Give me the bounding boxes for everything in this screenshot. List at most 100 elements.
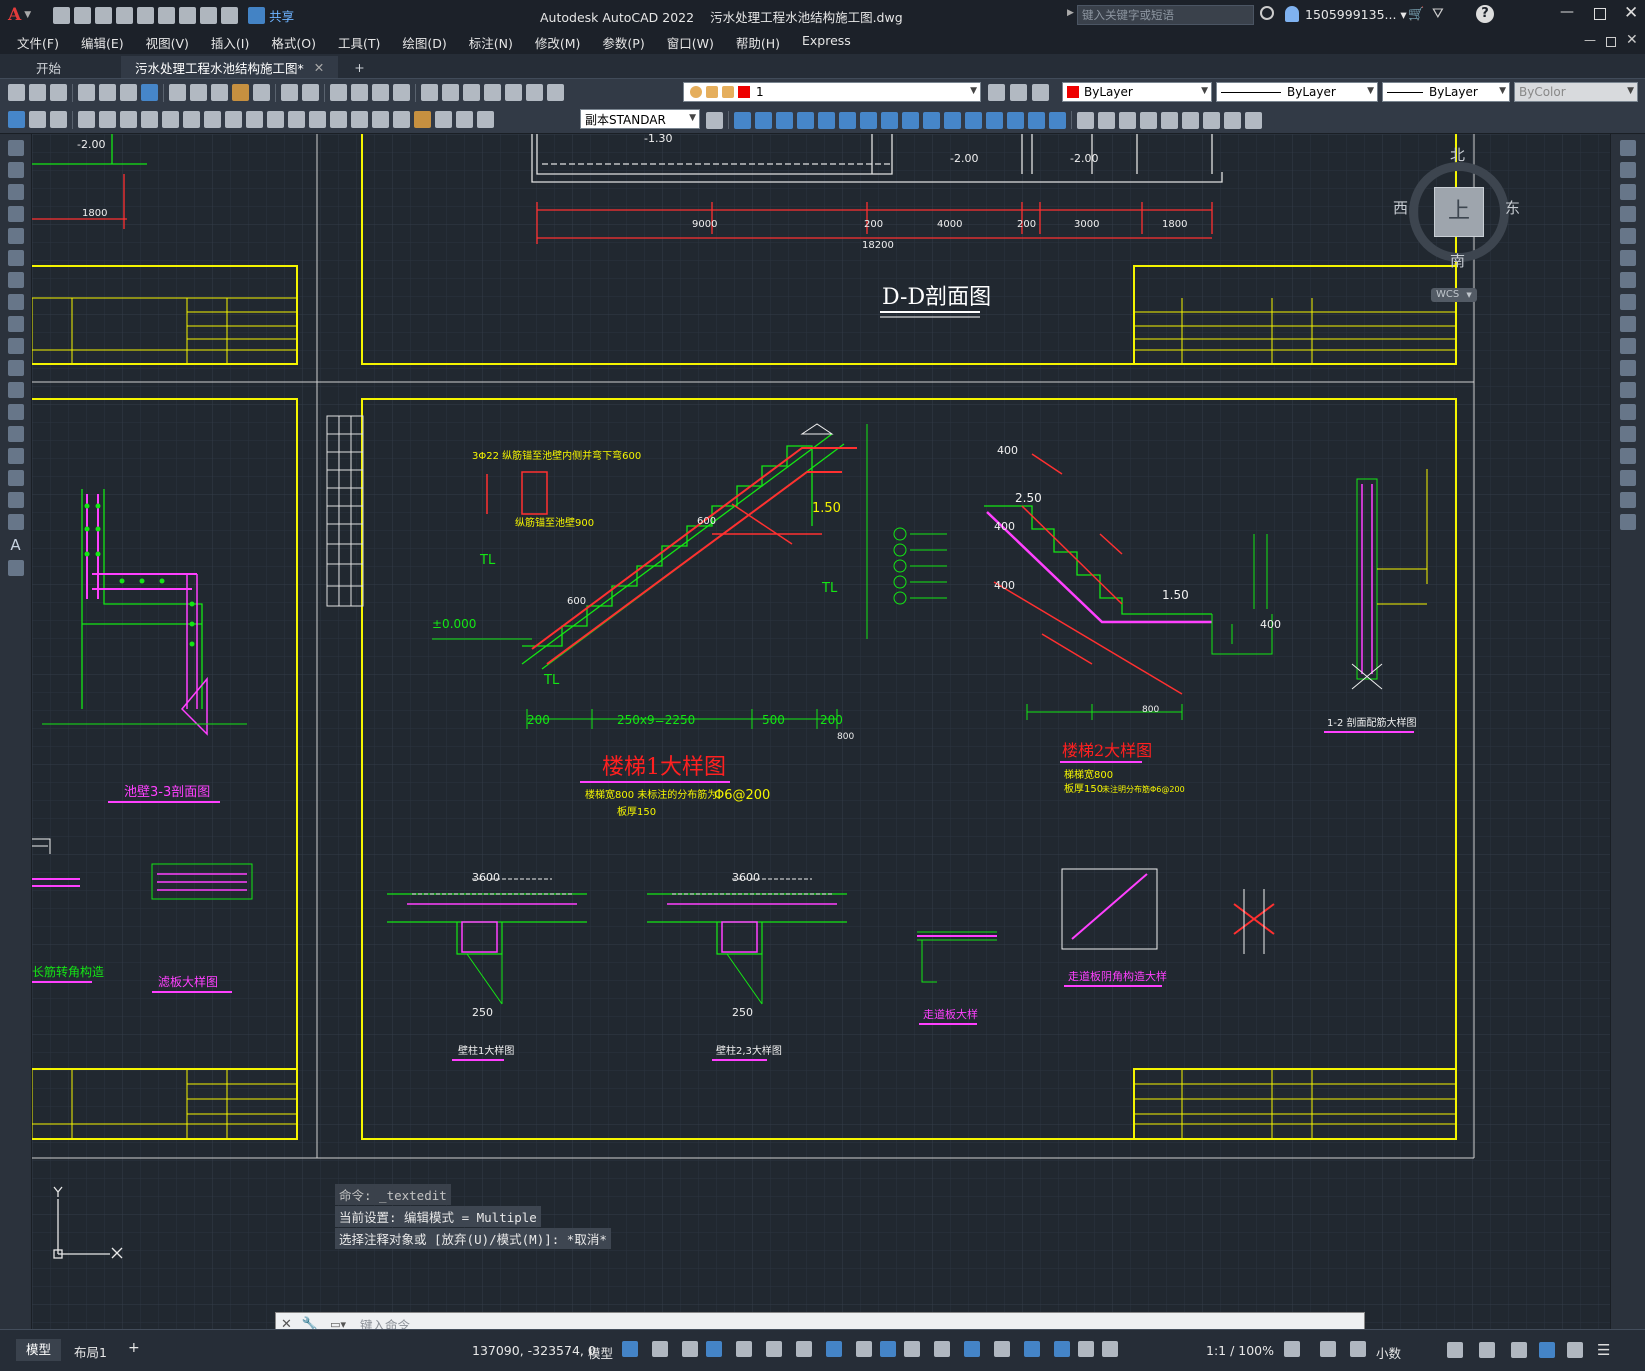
object-snap-icon[interactable] (826, 1341, 842, 1357)
new-file-icon[interactable] (53, 6, 71, 24)
array-icon[interactable] (818, 111, 835, 129)
lock-ui-icon[interactable] (1479, 1342, 1495, 1358)
hyperlink-icon[interactable] (1245, 111, 1262, 129)
user-icon[interactable] (1285, 6, 1299, 22)
lineweight-dropdown[interactable]: ByLayer ▼ (1382, 82, 1510, 102)
open-web-icon[interactable] (137, 6, 155, 24)
zoom-realtime-icon[interactable] (351, 84, 368, 101)
table-draw-icon[interactable] (7, 514, 24, 530)
match-properties-icon[interactable] (232, 84, 249, 101)
redo-icon[interactable] (302, 84, 319, 101)
maximize-icon[interactable] (1594, 8, 1606, 20)
line-icon[interactable] (7, 140, 24, 156)
linetype-dropdown[interactable]: ByLayer ▼ (1216, 82, 1378, 102)
add-selected-icon[interactable] (7, 560, 24, 576)
app-menu-chevron-icon[interactable]: ▼ (24, 10, 31, 20)
menu-help[interactable]: 帮助(H) (725, 33, 791, 52)
render-icon[interactable] (141, 84, 158, 101)
annotation-scale[interactable]: 1:1 / 100% (1206, 1343, 1274, 1358)
radius-dim-icon[interactable] (162, 111, 179, 128)
print-icon[interactable] (78, 84, 95, 101)
autocad-logo-icon[interactable]: A (8, 5, 21, 25)
selection-filter-icon[interactable] (994, 1341, 1010, 1357)
ortho-toggle-icon[interactable] (706, 1341, 722, 1357)
explode-dock-icon[interactable] (1620, 514, 1636, 530)
insert-icon[interactable] (7, 382, 24, 398)
move-icon[interactable] (839, 111, 856, 129)
stretch-dock-icon[interactable] (1620, 316, 1636, 332)
text-style-dropdown[interactable]: 副本STANDAR ▼ (580, 109, 700, 129)
rectangle-icon[interactable] (7, 228, 24, 244)
join-icon[interactable] (986, 111, 1003, 129)
diameter-dim-icon[interactable] (204, 111, 221, 128)
multiline-text-icon[interactable]: A (0, 536, 31, 554)
search-icon[interactable] (1260, 6, 1274, 20)
cart-icon[interactable]: 🛒 (1408, 7, 1424, 22)
menu-file[interactable]: 文件(F) (6, 33, 70, 52)
menu-dimension[interactable]: 标注(N) (458, 33, 524, 52)
extend-icon[interactable] (944, 111, 961, 129)
new-icon[interactable] (8, 84, 25, 101)
object-snap-tracking-icon[interactable] (796, 1341, 812, 1357)
undo-icon[interactable] (200, 6, 218, 24)
transparency-icon[interactable] (880, 1341, 896, 1357)
menu-express[interactable]: Express (791, 33, 862, 52)
viewcube[interactable]: 上 北 南 西 东 WCS ▼ (1393, 142, 1520, 312)
menu-format[interactable]: 格式(O) (260, 33, 327, 52)
isodraft-icon[interactable] (766, 1341, 782, 1357)
undo-icon[interactable] (281, 84, 298, 101)
pan-icon[interactable] (330, 84, 347, 101)
rotate-dock-icon[interactable] (1620, 272, 1636, 288)
help-toolbar-icon[interactable] (547, 84, 564, 101)
ordinate-dim-icon[interactable] (141, 111, 158, 128)
search-input[interactable]: 键入关键字或短语 (1077, 5, 1254, 25)
blend-icon[interactable] (1049, 111, 1066, 129)
close-icon[interactable]: ✕ (1624, 3, 1638, 23)
offset-dock-icon[interactable] (1620, 206, 1636, 222)
save-icon[interactable] (50, 84, 67, 101)
save-icon[interactable] (95, 6, 113, 24)
erase-icon[interactable] (734, 111, 751, 129)
arc-length-icon[interactable] (120, 111, 137, 128)
minimize-icon[interactable]: — (1560, 4, 1574, 20)
doc-minimize-icon[interactable]: — (1584, 33, 1596, 47)
tab-close-icon[interactable]: ✕ (314, 60, 324, 75)
clean-screen-icon[interactable] (1567, 1342, 1583, 1358)
angular-dim-icon[interactable] (225, 111, 242, 128)
compass-south[interactable]: 南 (1450, 250, 1465, 271)
aligned-dim-icon[interactable] (99, 111, 116, 128)
trim-icon[interactable] (923, 111, 940, 129)
design-center-icon[interactable] (442, 84, 459, 101)
zoom-previous-icon[interactable] (393, 84, 410, 101)
mtext-icon[interactable] (50, 111, 67, 128)
revision-cloud-icon[interactable] (7, 294, 24, 310)
viewcube-face-top[interactable]: 上 (1434, 187, 1484, 237)
join-dock-icon[interactable] (1620, 426, 1636, 442)
print-preview-icon[interactable] (99, 84, 116, 101)
infer-constraints-icon[interactable] (682, 1341, 698, 1357)
dim-text-edit-icon[interactable] (456, 111, 473, 128)
open-file-icon[interactable] (74, 6, 92, 24)
rotate-icon[interactable] (860, 111, 877, 129)
publish-icon[interactable] (120, 84, 137, 101)
layer-properties-icon[interactable] (988, 84, 1005, 101)
stretch-icon[interactable] (902, 111, 919, 129)
explode-icon[interactable] (1077, 111, 1094, 129)
copy-icon[interactable] (190, 84, 207, 101)
menu-tools[interactable]: 工具(T) (327, 33, 391, 52)
hardware-acceleration-icon[interactable] (1539, 1342, 1555, 1358)
redo-icon[interactable] (221, 6, 239, 24)
layer-previous-icon[interactable] (1032, 84, 1049, 101)
new-tab-button[interactable]: + (340, 56, 378, 78)
isolate-objects-icon[interactable] (1511, 1342, 1527, 1358)
center-mark-icon[interactable] (372, 111, 389, 128)
calculator-icon[interactable] (526, 84, 543, 101)
block-editor-icon[interactable] (253, 84, 270, 101)
copy-dock-icon[interactable] (1620, 162, 1636, 178)
fillet-dock-icon[interactable] (1620, 470, 1636, 486)
spline-icon[interactable] (7, 316, 24, 332)
3d-osnap-icon[interactable] (934, 1341, 950, 1357)
model-space-toggle[interactable]: 模型 (588, 1343, 613, 1362)
doc-close-icon[interactable]: ✕ (1626, 32, 1638, 48)
share-icon[interactable] (248, 6, 266, 24)
